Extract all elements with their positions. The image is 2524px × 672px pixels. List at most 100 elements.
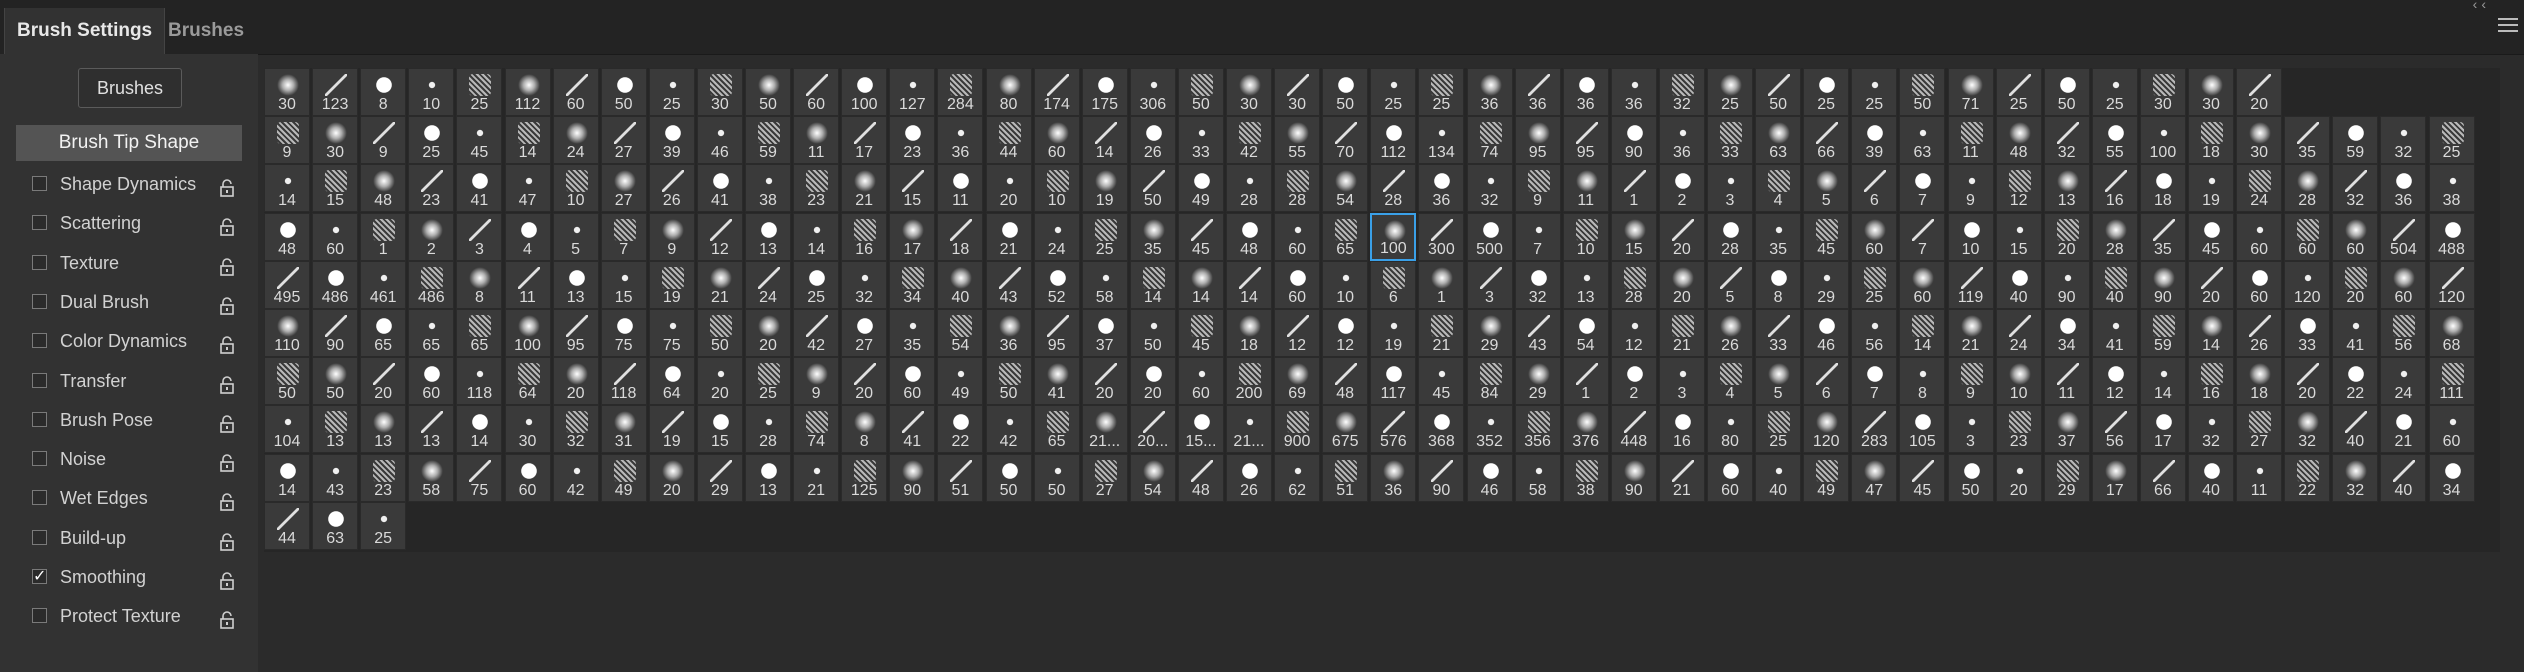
brush-preset[interactable]: 56 xyxy=(1851,309,1898,357)
brush-preset[interactable]: 25 xyxy=(793,260,840,309)
brush-preset[interactable]: 68 xyxy=(2428,309,2475,357)
brush-preset[interactable]: 60 xyxy=(2236,212,2283,261)
option-scattering[interactable]: Scattering xyxy=(16,204,242,242)
option-dual-brush[interactable]: Dual Brush xyxy=(16,283,242,321)
brush-preset[interactable]: 66 xyxy=(1803,116,1850,165)
brush-preset[interactable]: 25 xyxy=(745,357,791,406)
brush-preset[interactable]: 14 xyxy=(793,212,840,261)
brush-preset[interactable]: 48 xyxy=(1322,357,1369,406)
brush-preset[interactable]: 32 xyxy=(2332,453,2379,502)
brush-preset[interactable]: 60 xyxy=(1851,212,1898,261)
brush-preset[interactable]: 60 xyxy=(889,357,936,406)
brush-preset[interactable]: 30 xyxy=(2236,116,2283,165)
brush-preset[interactable]: 30 xyxy=(1226,68,1272,116)
brush-preset[interactable]: 12 xyxy=(696,212,743,261)
brush-preset[interactable]: 42 xyxy=(1226,116,1272,165)
lock-icon[interactable] xyxy=(219,370,235,394)
brush-preset[interactable]: 12 xyxy=(1274,309,1321,357)
brush-preset[interactable]: 20 xyxy=(696,357,743,406)
brush-preset[interactable]: 4 xyxy=(1707,357,1753,406)
brush-preset[interactable]: 3 xyxy=(1658,357,1705,406)
brush-preset[interactable]: 41 xyxy=(696,164,743,213)
brush-preset[interactable]: 65 xyxy=(360,309,407,357)
brush-preset[interactable]: 58 xyxy=(1081,260,1128,309)
brush-preset[interactable]: 11 xyxy=(1562,164,1609,213)
brush-preset[interactable]: 65 xyxy=(1322,212,1369,261)
brush-preset[interactable]: 95 xyxy=(1514,116,1561,165)
brush-preset[interactable]: 12 xyxy=(2091,357,2138,406)
brush-preset[interactable]: 25 xyxy=(648,68,695,116)
brush-preset[interactable]: 49 xyxy=(1177,164,1224,213)
brush-preset[interactable]: 60 xyxy=(793,68,840,116)
brush-preset[interactable]: 105 xyxy=(1899,405,1946,454)
brush-preset[interactable]: 46 xyxy=(1466,453,1513,502)
brush-preset[interactable]: 111 xyxy=(2428,357,2475,406)
brush-preset[interactable]: 35 xyxy=(2284,116,2331,165)
brush-preset[interactable]: 95 xyxy=(1033,309,1080,357)
option-checkbox[interactable] xyxy=(32,293,47,309)
option-shape-dynamics[interactable]: Shape Dynamics xyxy=(16,165,242,203)
brush-preset[interactable]: 50 xyxy=(985,453,1032,502)
brush-preset[interactable]: 15 xyxy=(600,260,647,309)
brush-preset[interactable]: 43 xyxy=(985,260,1032,309)
brush-preset[interactable]: 65 xyxy=(1033,405,1080,454)
brush-preset[interactable]: 448 xyxy=(1610,405,1657,454)
brush-preset[interactable]: 12 xyxy=(1610,309,1657,357)
brush-preset[interactable]: 17 xyxy=(841,116,888,165)
brush-preset[interactable]: 74 xyxy=(793,405,840,454)
brush-preset[interactable]: 32 xyxy=(1658,68,1705,116)
brush-preset[interactable]: 8 xyxy=(841,405,888,454)
brush-preset[interactable]: 40 xyxy=(2188,453,2234,502)
brush-preset[interactable]: 15... xyxy=(1177,405,1224,454)
brush-preset[interactable]: 25 xyxy=(1803,68,1850,116)
brush-preset[interactable]: 42 xyxy=(552,453,599,502)
brush-preset[interactable]: 48 xyxy=(1995,116,2042,165)
brush-preset[interactable]: 117 xyxy=(1370,357,1417,406)
option-checkbox[interactable] xyxy=(32,176,47,191)
brush-preset[interactable]: 25 xyxy=(1370,68,1417,116)
brush-preset[interactable]: 45 xyxy=(1803,212,1850,261)
brush-preset[interactable]: 27 xyxy=(2236,405,2283,454)
brush-preset[interactable]: 45 xyxy=(1177,309,1224,357)
brush-preset[interactable]: 45 xyxy=(1177,212,1224,261)
brush-preset[interactable]: 90 xyxy=(2043,260,2090,309)
brush-preset[interactable]: 300 xyxy=(1418,212,1465,261)
brush-preset[interactable]: 25 xyxy=(360,501,407,550)
brush-preset[interactable]: 14 xyxy=(1899,309,1946,357)
brush-preset[interactable]: 20 xyxy=(745,309,791,357)
brush-preset[interactable]: 60 xyxy=(504,453,551,502)
lock-icon[interactable] xyxy=(219,212,235,237)
brush-preset[interactable]: 36 xyxy=(1514,68,1561,116)
brush-preset[interactable]: 500 xyxy=(1466,212,1513,261)
brush-preset[interactable]: 9 xyxy=(793,357,840,406)
brush-preset[interactable]: 283 xyxy=(1851,405,1898,454)
brush-preset[interactable]: 36 xyxy=(1610,68,1657,116)
brush-preset[interactable]: 12 xyxy=(1322,309,1369,357)
panel-menu-icon[interactable] xyxy=(2498,18,2518,32)
option-checkbox[interactable] xyxy=(32,608,47,624)
brush-preset[interactable]: 17 xyxy=(889,212,936,261)
brush-preset[interactable]: 112 xyxy=(504,68,551,116)
brush-preset[interactable]: 39 xyxy=(1851,116,1898,165)
brush-preset[interactable]: 28 xyxy=(2284,164,2331,213)
brush-preset[interactable]: 14 xyxy=(456,405,503,454)
brush-preset[interactable]: 48 xyxy=(1177,453,1224,502)
brush-preset[interactable]: 24 xyxy=(1995,309,2042,357)
brush-preset[interactable]: 63 xyxy=(1755,116,1802,165)
brush-preset[interactable]: 25 xyxy=(1851,68,1898,116)
brush-preset[interactable]: 20 xyxy=(2284,357,2331,406)
brush-preset[interactable]: 60 xyxy=(1707,453,1753,502)
brush-preset[interactable]: 127 xyxy=(889,68,936,116)
brush-preset[interactable]: 50 xyxy=(2043,68,2090,116)
brush-preset[interactable]: 90 xyxy=(889,453,936,502)
brush-preset[interactable]: 22 xyxy=(2332,357,2379,406)
brush-preset[interactable]: 40 xyxy=(1995,260,2042,309)
brush-preset[interactable]: 20 xyxy=(1658,260,1705,309)
brush-preset[interactable]: 36 xyxy=(937,116,984,165)
brush-preset[interactable]: 25 xyxy=(2428,116,2475,165)
brush-preset[interactable]: 60 xyxy=(2380,260,2427,309)
lock-icon[interactable] xyxy=(219,605,235,630)
brush-preset[interactable]: 29 xyxy=(1803,260,1850,309)
brush-preset[interactable]: 25 xyxy=(2091,68,2138,116)
brush-preset[interactable]: 21 xyxy=(1418,309,1465,357)
